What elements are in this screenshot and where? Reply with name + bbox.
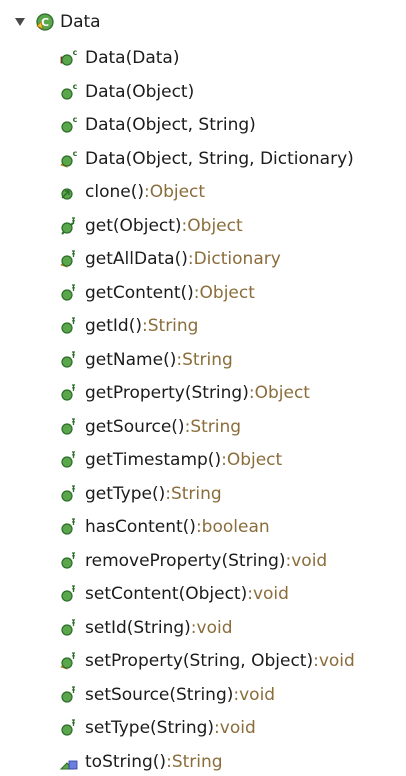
- method-overrides-up-icon: [59, 751, 81, 773]
- member-row[interactable]: getType() : String: [59, 480, 222, 508]
- member-return-type: String: [147, 316, 199, 336]
- member-name: getContent(): [85, 282, 194, 303]
- member-return-type: void: [219, 718, 256, 738]
- member-return-type: Dictionary: [193, 249, 281, 269]
- member-name: setContent(Object): [85, 584, 248, 604]
- outline-tree: C Data c Data(Data) c Data(Object) c Data(Obj…: [0, 0, 406, 772]
- member-row[interactable]: toString() : String: [59, 748, 223, 776]
- member-name: getProperty(String): [85, 383, 249, 403]
- member-return-type: String: [182, 349, 233, 370]
- member-return-type: Object: [199, 282, 255, 303]
- method-public-icon: [59, 550, 81, 572]
- tree-root-label: Data: [60, 12, 101, 32]
- tree-root-row[interactable]: C Data: [12, 8, 101, 36]
- member-row[interactable]: get(Object) : Object: [59, 212, 243, 240]
- svg-text:c: c: [73, 82, 78, 91]
- member-return-type: void: [252, 584, 289, 604]
- member-return-type: Object: [149, 182, 206, 202]
- expand-triangle-icon[interactable]: [12, 14, 28, 30]
- member-return-type: void: [196, 617, 233, 638]
- member-name: get(Object): [85, 215, 182, 236]
- member-name: toString(): [85, 751, 167, 772]
- member-return-type: void: [318, 651, 355, 671]
- member-name: setId(String): [85, 617, 191, 638]
- member-name: getId(): [85, 316, 142, 336]
- class-icon: C: [34, 11, 56, 33]
- member-return-type: Object: [187, 215, 243, 236]
- member-row[interactable]: getTimestamp() : Object: [59, 446, 282, 474]
- member-row[interactable]: clone() : Object: [59, 178, 205, 206]
- method-public-icon: [59, 382, 81, 404]
- method-default-icon: [59, 215, 81, 237]
- member-row[interactable]: c Data(Object, String, Dictionary): [59, 145, 354, 173]
- method-public-icon: [59, 315, 81, 337]
- method-public-icon: [59, 717, 81, 739]
- member-row[interactable]: setProperty(String, Object) : void: [59, 647, 355, 675]
- member-row[interactable]: getAllData() : Dictionary: [59, 245, 281, 273]
- method-public-icon: [59, 684, 81, 706]
- svg-text:c: c: [73, 115, 78, 124]
- member-name: getAllData(): [85, 249, 188, 269]
- method-public-icon: [59, 583, 81, 605]
- svg-text:c: c: [73, 48, 78, 57]
- method-public-icon: [59, 416, 81, 438]
- member-return-type: void: [239, 684, 276, 705]
- member-row[interactable]: c Data(Data): [59, 44, 179, 72]
- method-protected-icon: [59, 650, 81, 672]
- member-name: removeProperty(String): [85, 550, 286, 571]
- constructor-public-icon: c: [59, 81, 81, 103]
- member-return-type: String: [190, 416, 242, 437]
- member-name: clone(): [85, 182, 144, 202]
- constructor-public-icon: c: [59, 114, 81, 136]
- member-name: getName(): [85, 349, 177, 370]
- constructor-protected-icon: c: [59, 148, 81, 170]
- member-row[interactable]: setId(String) : void: [59, 614, 233, 642]
- member-row[interactable]: c Data(Object): [59, 78, 194, 106]
- svg-text:c: c: [73, 149, 78, 158]
- constructor-private-icon: c: [59, 47, 81, 69]
- method-public-icon: [59, 483, 81, 505]
- method-overrides-icon: [59, 181, 81, 203]
- member-name: setType(String): [85, 718, 215, 738]
- method-public-icon: [59, 449, 81, 471]
- member-name: getSource(): [85, 416, 185, 437]
- member-row[interactable]: setSource(String) : void: [59, 681, 275, 709]
- member-row[interactable]: c Data(Object, String): [59, 111, 256, 139]
- member-row[interactable]: setContent(Object) : void: [59, 580, 289, 608]
- member-name: getType(): [85, 483, 166, 504]
- member-return-type: String: [170, 483, 222, 504]
- member-row[interactable]: getProperty(String) : Object: [59, 379, 310, 407]
- member-row[interactable]: setType(String) : void: [59, 714, 256, 742]
- member-return-type: Object: [226, 450, 283, 470]
- member-name: Data(Object, String): [85, 115, 256, 135]
- member-name: setProperty(String, Object): [85, 651, 314, 671]
- method-public-icon: [59, 617, 81, 639]
- member-row[interactable]: getSource() : String: [59, 413, 241, 441]
- method-public-icon: [59, 282, 81, 304]
- member-name: getTimestamp(): [85, 450, 222, 470]
- member-return-type: void: [291, 550, 328, 571]
- member-row[interactable]: removeProperty(String) : void: [59, 547, 327, 575]
- member-name: Data(Object): [85, 81, 195, 102]
- member-row[interactable]: hasContent() : boolean: [59, 513, 270, 541]
- member-name: hasContent(): [85, 517, 196, 537]
- member-return-type: Object: [254, 383, 310, 403]
- method-public-icon: [59, 349, 81, 371]
- method-public-icon: [59, 516, 81, 538]
- method-protected-icon: [59, 248, 81, 270]
- member-return-type: boolean: [201, 517, 270, 537]
- member-return-type: String: [171, 751, 223, 772]
- member-name: Data(Object, String, Dictionary): [85, 148, 354, 169]
- member-name: setSource(String): [85, 684, 234, 705]
- member-row[interactable]: getId() : String: [59, 312, 198, 340]
- member-row[interactable]: getContent() : Object: [59, 279, 255, 307]
- member-name: Data(Data): [85, 48, 180, 68]
- member-row[interactable]: getName() : String: [59, 346, 233, 374]
